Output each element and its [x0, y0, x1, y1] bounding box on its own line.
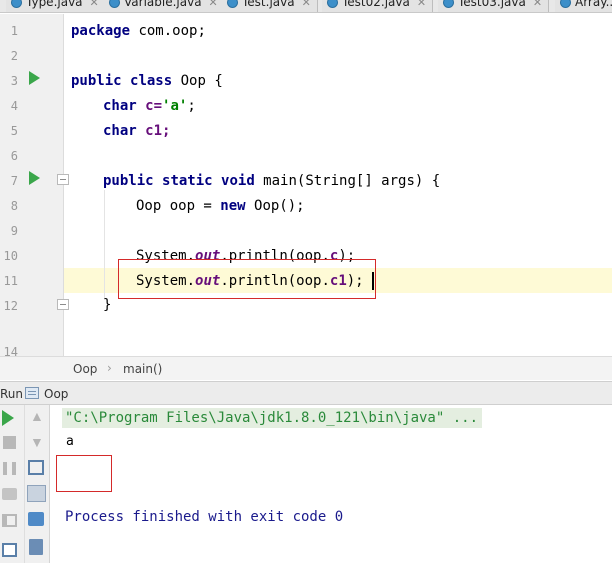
line-number: 14: [3, 345, 18, 356]
print-icon[interactable]: [28, 512, 44, 526]
scroll-to-end-icon[interactable]: [27, 485, 46, 502]
breadcrumb-class[interactable]: Oop: [73, 362, 97, 376]
layout-icon[interactable]: [2, 543, 17, 557]
tab-variable-java[interactable]: Variable.java ✕: [104, 0, 225, 12]
line-number: 2: [10, 49, 18, 63]
line-number: 3: [10, 74, 18, 88]
breadcrumb: Oop › main(): [0, 356, 612, 380]
java-class-icon: [327, 0, 338, 8]
code-line-5: char c1;: [103, 123, 171, 139]
java-class-icon: [443, 0, 454, 8]
code-line-3: public class Oop {: [71, 73, 223, 89]
camera-icon[interactable]: [2, 488, 17, 500]
stop-icon[interactable]: [3, 436, 16, 449]
run-gutter-icon[interactable]: [29, 171, 40, 185]
line-number: 6: [10, 149, 18, 163]
code-line-7: public static void main(String[] args) {: [103, 173, 441, 189]
line-number: 9: [10, 224, 18, 238]
tab-label: Test.java: [242, 0, 295, 9]
breadcrumb-method[interactable]: main(): [123, 362, 162, 376]
down-arrow-icon[interactable]: ▼: [30, 434, 48, 452]
line-number: 4: [10, 99, 18, 113]
code-line-1: package com.oop;: [71, 23, 206, 39]
up-arrow-icon[interactable]: ▲: [30, 408, 48, 426]
tab-label: Type.java: [26, 0, 83, 9]
trash-icon[interactable]: [29, 539, 43, 555]
line-number: 1: [10, 24, 18, 38]
tab-type-java[interactable]: Type.java ✕: [6, 0, 106, 12]
toolbar-divider: [24, 405, 25, 563]
code-line-8: Oop oop = new Oop();: [136, 198, 305, 214]
line-number: 5: [10, 124, 18, 138]
tab-label: Array...: [575, 0, 612, 9]
pause-icon[interactable]: [3, 462, 16, 475]
line-gutter: 1 2 3 4 5 6 7 8 9 10 11 12 14: [0, 14, 69, 356]
code-line-12: }: [103, 297, 112, 313]
soft-wrap-icon[interactable]: [28, 460, 44, 475]
code-area[interactable]: package com.oop; public class Oop { char…: [65, 14, 612, 356]
breadcrumb-separator: ›: [107, 361, 112, 375]
tab-array-java[interactable]: Array...: [555, 0, 612, 12]
close-icon[interactable]: ✕: [302, 0, 311, 12]
java-class-icon: [560, 0, 571, 8]
editor-tab-bar: Type.java ✕ Variable.java ✕ Test.java ✕ Tes…: [0, 0, 612, 13]
line-number: 8: [10, 199, 18, 213]
console-output[interactable]: "C:\Program Files\Java\jdk1.8.0_121\bin\…: [51, 405, 612, 563]
tab-label: Variable.java: [124, 0, 202, 9]
tab-test02-java[interactable]: Test02.java ✕: [322, 0, 434, 12]
run-gutter-icon[interactable]: [29, 71, 40, 85]
console-exit-message: Process finished with exit code 0: [65, 509, 344, 525]
java-class-icon: [11, 0, 22, 8]
line-number: 11: [3, 274, 18, 288]
console-output-line: a: [66, 434, 74, 449]
rerun-icon[interactable]: [2, 410, 14, 426]
highlight-box-code: [118, 259, 376, 299]
run-toolbar: ▲ ▼: [0, 405, 50, 563]
exit-icon[interactable]: [2, 514, 17, 527]
close-icon[interactable]: ✕: [533, 0, 542, 12]
close-icon[interactable]: ✕: [417, 0, 426, 12]
java-class-icon: [227, 0, 238, 8]
tab-label: Test02.java: [342, 0, 410, 9]
run-panel-header: Run Oop: [0, 381, 612, 405]
close-icon[interactable]: ✕: [209, 0, 218, 12]
code-line-4: char c='a';: [103, 98, 196, 114]
line-number: 7: [10, 174, 18, 188]
code-editor[interactable]: 1 2 3 4 5 6 7 8 9 10 11 12 14 package co…: [0, 14, 612, 356]
run-config-icon: [25, 387, 39, 399]
java-class-icon: [109, 0, 120, 8]
run-config-tab[interactable]: Oop: [44, 387, 68, 401]
line-number: 10: [3, 249, 18, 263]
tab-test-java[interactable]: Test.java ✕: [222, 0, 318, 12]
tab-test03-java[interactable]: Test03.java ✕: [438, 0, 550, 12]
highlight-box-output: [56, 455, 112, 492]
tab-label: Test03.java: [458, 0, 526, 9]
line-number: 12: [3, 299, 18, 313]
close-icon[interactable]: ✕: [90, 0, 99, 12]
run-panel-label: Run: [0, 387, 24, 401]
console-command: "C:\Program Files\Java\jdk1.8.0_121\bin\…: [62, 408, 483, 428]
